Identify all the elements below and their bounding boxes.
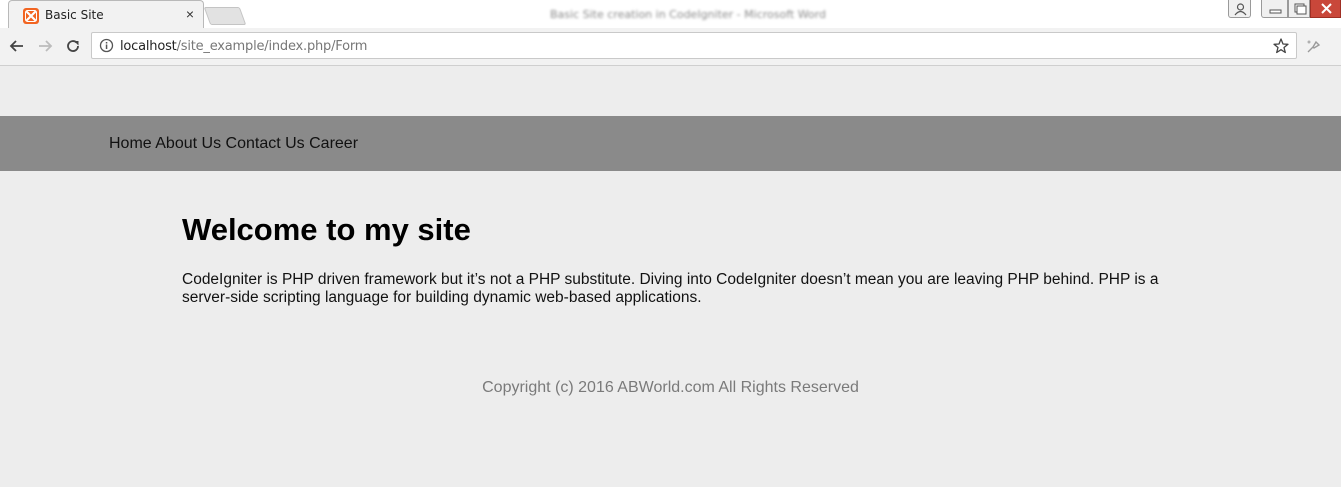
minimize-icon[interactable] (1261, 0, 1288, 18)
url-text[interactable]: localhost/site_example/index.php/Form (120, 39, 367, 54)
browser-tab[interactable]: Basic Site × (8, 0, 204, 29)
nav-link-contact-us[interactable]: Contact Us (226, 135, 305, 152)
profile-icon[interactable] (1228, 0, 1251, 18)
tab-close-icon[interactable]: × (182, 6, 198, 22)
nav-link-about-us[interactable]: About Us (155, 135, 221, 152)
url-host: localhost (120, 39, 177, 54)
copyright-footer: Copyright (c) 2016 ABWorld.com All Right… (482, 379, 859, 396)
close-window-icon[interactable] (1310, 0, 1341, 18)
new-tab-button[interactable] (203, 7, 247, 25)
nav-link-home[interactable]: Home (109, 135, 152, 152)
reload-icon[interactable] (63, 36, 83, 56)
window-title: Basic Site creation in CodeIgniter - Mic… (550, 8, 826, 21)
address-bar[interactable]: localhost/site_example/index.php/Form (91, 32, 1297, 59)
browser-toolbar: localhost/site_example/index.php/Form (0, 28, 1341, 66)
site-nav-links: Home About Us Contact Us Career (109, 135, 358, 153)
tab-title: Basic Site (45, 8, 104, 22)
extension-icon[interactable] (1305, 38, 1323, 56)
title-bar: Basic Site × Basic Site creation in Code… (0, 0, 1341, 29)
maximize-icon[interactable] (1288, 0, 1310, 18)
back-arrow-icon[interactable] (7, 36, 27, 56)
intro-paragraph: CodeIgniter is PHP driven framework but … (182, 271, 1159, 306)
star-icon[interactable] (1272, 37, 1290, 55)
forward-arrow-icon[interactable] (35, 36, 55, 56)
url-path: /site_example/index.php/Form (176, 39, 368, 54)
nav-link-career[interactable]: Career (309, 135, 358, 152)
page-title: Welcome to my site (182, 212, 471, 247)
site-navigation-bar: Home About Us Contact Us Career (0, 116, 1341, 171)
xampp-favicon-icon (23, 8, 39, 24)
info-icon[interactable] (99, 38, 114, 53)
